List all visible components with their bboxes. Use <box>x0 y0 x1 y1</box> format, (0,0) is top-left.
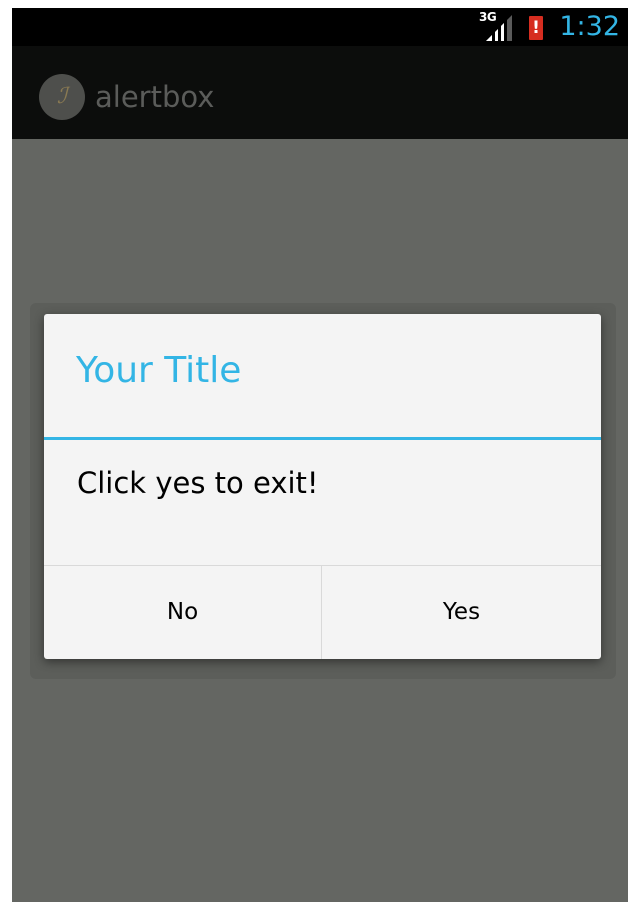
app-logo-icon[interactable]: ℐ <box>39 74 85 120</box>
dialog-message: Click yes to exit! <box>77 466 319 500</box>
action-bar: ℐ alertbox <box>12 46 628 139</box>
status-bar: 3G ! 1:32 <box>12 8 628 46</box>
dialog-title-divider <box>44 437 601 440</box>
alert-dialog: Your Title Click yes to exit! No Yes <box>44 314 601 659</box>
dialog-button-bar: No Yes <box>44 565 601 660</box>
yes-button[interactable]: Yes <box>322 566 601 659</box>
battery-alert-glyph: ! <box>532 18 540 38</box>
app-logo-glyph: ℐ <box>56 84 68 109</box>
app-title: alertbox <box>95 80 215 114</box>
app-screen: 3G ! 1:32 ℐ alertbox Your Title Click ye… <box>12 8 628 902</box>
clock: 1:32 <box>559 11 620 42</box>
battery-alert-icon: ! <box>529 16 543 40</box>
signal-strength-icon <box>486 15 512 41</box>
dialog-title: Your Title <box>76 350 242 391</box>
no-button[interactable]: No <box>44 566 321 659</box>
